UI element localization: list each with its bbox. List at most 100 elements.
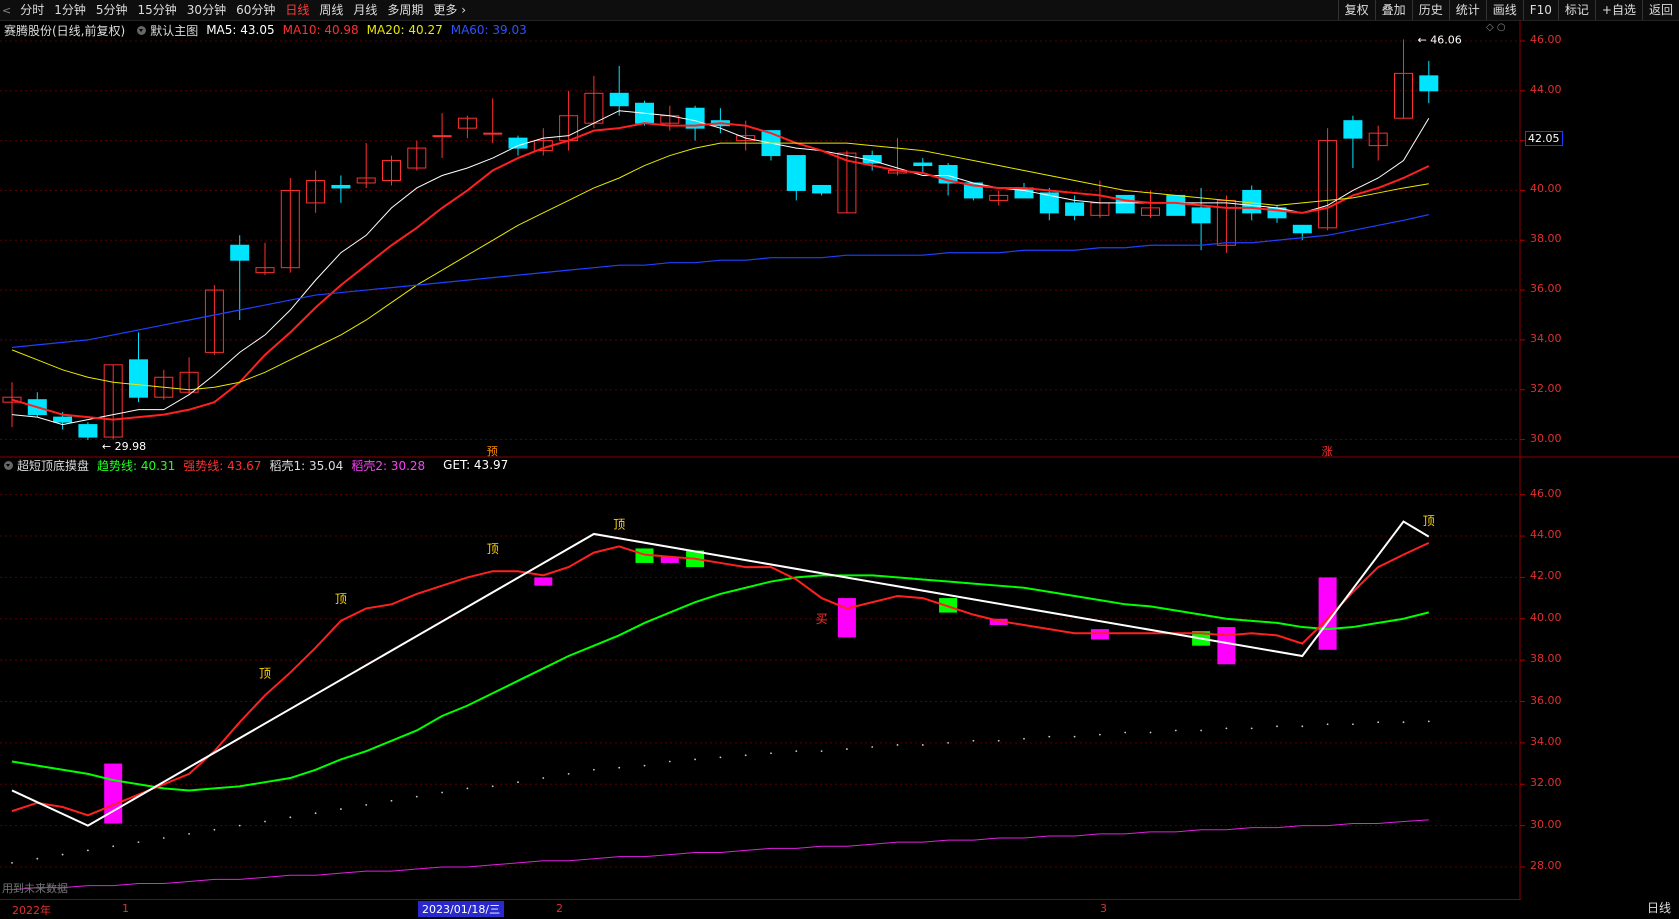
chaff1-dot	[820, 750, 823, 753]
candle-body	[508, 137, 528, 149]
future-data-note: 用到未来数据	[2, 882, 68, 895]
candle-body	[1115, 194, 1135, 214]
candle-body	[432, 135, 452, 138]
top-marker: 顶	[1423, 514, 1435, 528]
chaff1-dot	[618, 766, 621, 769]
ma-line-ma5	[11, 110, 1430, 426]
chaff1-dot	[390, 799, 393, 802]
chaff1-dot	[188, 832, 191, 835]
signal-bar	[534, 577, 553, 586]
chaff1-dot	[643, 764, 646, 767]
chaff1-dot	[415, 795, 418, 798]
period-label: 日线	[1646, 901, 1671, 915]
chaff1-dot	[238, 824, 241, 827]
extreme-label: ← 46.06	[1418, 33, 1462, 46]
chaff1-dot	[466, 787, 469, 790]
chaff1-dot	[795, 750, 798, 753]
chaff1-dot	[770, 752, 772, 755]
candle-body	[1065, 202, 1085, 216]
sub-tick-label: 32.00	[1530, 776, 1562, 790]
series-强势线	[11, 541, 1430, 817]
date-month-1: 1	[122, 902, 129, 915]
signal-bar	[837, 598, 856, 638]
chaff1-dot	[1276, 725, 1278, 728]
chaff1-dot	[719, 756, 722, 759]
chaff1-dot	[947, 741, 949, 744]
top-marker: 顶	[259, 666, 271, 680]
chaff1-dot	[112, 845, 115, 848]
chaff1-dot	[542, 777, 545, 779]
chaff1-dot	[744, 754, 747, 757]
candle-body	[1166, 194, 1186, 216]
candle-body	[609, 92, 629, 107]
chaff1-dot	[213, 828, 216, 831]
chaff1-dot	[1326, 723, 1329, 726]
price-tick-label: 40.00	[1530, 182, 1562, 196]
chaff1-dot	[846, 748, 848, 750]
chaff1-dot	[1200, 729, 1202, 732]
date-cursor: 2023/01/18/三	[418, 901, 505, 917]
candle-body	[1191, 207, 1211, 224]
chaff1-dot	[1427, 720, 1430, 723]
chaff1-dot	[871, 746, 874, 748]
sub-tick-label: 34.00	[1530, 734, 1562, 748]
chaff1-dot	[36, 857, 39, 860]
chaff1-dot	[365, 804, 368, 806]
candle-body	[786, 155, 806, 191]
chaff1-dot	[1377, 721, 1380, 724]
candle-body	[1419, 75, 1439, 92]
sub-tick-label: 30.00	[1530, 817, 1562, 831]
chaff1-dot	[1023, 737, 1025, 740]
sub-tick-label: 38.00	[1530, 652, 1562, 666]
chaff1-dot	[1352, 723, 1354, 726]
sub-tick-label: 44.00	[1530, 528, 1562, 542]
price-tick-label: 36.00	[1530, 282, 1562, 296]
signal-bar	[1090, 629, 1109, 640]
chaff1-dot	[289, 816, 292, 819]
chaff1-dot	[1073, 735, 1076, 738]
sub-tick-label: 46.00	[1530, 486, 1562, 500]
sub-tick-label: 28.00	[1530, 858, 1562, 872]
chaff1-dot	[61, 853, 64, 856]
chaff1-dot	[997, 739, 1000, 742]
pre-marker: 预	[487, 445, 498, 458]
candle-body	[53, 416, 73, 423]
chaff1-dot	[441, 791, 443, 794]
ma-line-ma20	[11, 142, 1429, 391]
ma-line-ma10	[11, 122, 1430, 421]
chaff1-dot	[314, 812, 317, 815]
date-year: 2022年	[12, 904, 51, 917]
chaff1-dot	[1225, 727, 1228, 730]
top-marker: 顶	[335, 592, 347, 606]
chaff1-dot	[11, 861, 13, 864]
chaff1-dot	[694, 758, 696, 761]
series-稻壳2	[11, 819, 1429, 891]
price-tick-label: 30.00	[1530, 431, 1562, 445]
sub-tick-label: 40.00	[1530, 610, 1562, 624]
chaff1-dot	[1174, 729, 1177, 732]
chart-canvas[interactable]: ← 29.98← 46.06预 涨顶顶顶顶 顶买	[0, 0, 1679, 918]
chaff1-dot	[1402, 721, 1405, 724]
chaff1-dot	[517, 781, 519, 784]
chaff1-dot	[1250, 727, 1253, 730]
price-tick-label: 32.00	[1530, 381, 1562, 395]
candle-body	[129, 359, 148, 398]
chaff1-dot	[162, 837, 165, 839]
chaff1-dot	[1124, 731, 1127, 734]
chaff1-dot	[972, 739, 975, 742]
price-tick-label: 38.00	[1530, 232, 1562, 246]
candle-body	[483, 132, 503, 135]
chaff1-dot	[921, 744, 924, 746]
chaff1-dot	[340, 808, 342, 810]
sub-tick-label: 42.00	[1530, 569, 1562, 583]
signal-bar	[1217, 627, 1236, 665]
candle-body	[913, 162, 933, 167]
buy-marker: 买	[816, 612, 828, 626]
candle-body	[1292, 224, 1312, 234]
chaff1-dot	[137, 841, 140, 844]
current-price-tag: 42.05	[1525, 131, 1563, 147]
chaff1-dot	[1048, 735, 1051, 738]
price-tick-label: 34.00	[1530, 331, 1562, 345]
chaff1-dot	[567, 773, 570, 775]
candle-body	[1343, 120, 1363, 139]
